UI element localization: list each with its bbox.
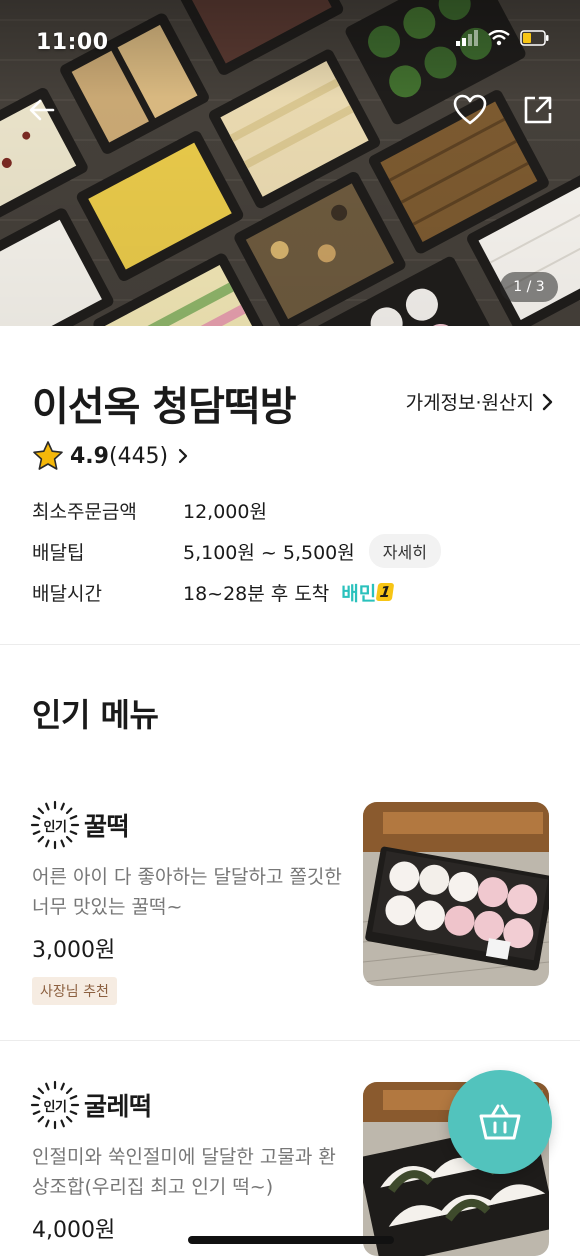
store-info-link-label: 가게정보·원산지 <box>405 392 534 414</box>
menu-photo <box>363 802 549 986</box>
chevron-right-icon <box>179 448 188 464</box>
store-info-section: 이선옥 청담떡방 가게정보·원산지 4.9 (445) 최소주문금액 12,00… <box>0 326 580 644</box>
rating-score: 4.9 <box>70 443 109 469</box>
baemin-one-badge: 배민 1 <box>341 579 395 606</box>
star-icon <box>33 441 63 470</box>
min-order-row: 최소주문금액 12,000원 <box>32 493 267 527</box>
home-indicator <box>188 1236 394 1244</box>
heart-icon <box>453 94 487 125</box>
popular-badge: 인기 <box>30 1080 80 1130</box>
delivery-tip-row: 배달팁 5,100원 ~ 5,500원 자세히 <box>32 534 441 568</box>
rating-row[interactable]: 4.9 (445) <box>32 438 188 474</box>
popular-badge-label: 인기 <box>43 819 67 835</box>
favorite-button[interactable] <box>444 84 496 136</box>
status-icons <box>456 30 550 46</box>
min-order-label: 최소주문금액 <box>32 500 137 523</box>
delivery-tip-label: 배달팁 <box>32 541 85 564</box>
delivery-time-row: 배달시간 18~28분 후 도착 배민 1 <box>32 575 395 609</box>
review-count: (445) <box>108 443 169 469</box>
menu-description: 어른 아이 다 좋아하는 달달하고 쫄깃한 너무 맛있는 꿀떡~ <box>32 866 342 918</box>
chevron-right-icon <box>542 393 553 410</box>
share-button[interactable] <box>512 84 564 136</box>
back-button[interactable] <box>16 84 68 136</box>
shopping-basket-icon <box>479 1104 521 1140</box>
popular-menu-title: 인기 메뉴 <box>32 696 159 734</box>
section-divider <box>0 644 580 645</box>
menu-item-header: 인기 굴레떡 <box>30 1080 152 1130</box>
delivery-tip-detail-button[interactable]: 자세히 <box>368 534 441 568</box>
popular-badge: 인기 <box>30 800 80 850</box>
delivery-tip-value: 5,100원 ~ 5,500원 <box>183 541 355 564</box>
wifi-icon <box>488 30 510 46</box>
menu-price: 4,000원 <box>32 1218 116 1243</box>
owner-recommend-tag: 사장님 추천 <box>32 977 117 1005</box>
share-icon <box>524 96 552 124</box>
popular-badge-label: 인기 <box>43 1099 67 1115</box>
min-order-value: 12,000원 <box>183 500 267 523</box>
cellular-signal-icon <box>456 30 478 46</box>
menu-item-kkultteok[interactable]: 인기 꿀떡 어른 아이 다 좋아하는 달달하고 쫄깃한 너무 맛있는 꿀떡~ 3… <box>0 800 580 1020</box>
menu-name: 꿀떡 <box>84 812 130 841</box>
menu-price: 3,000원 <box>32 938 116 963</box>
menu-name: 굴레떡 <box>84 1092 152 1121</box>
status-time: 11:00 <box>36 30 109 55</box>
menu-description: 인절미와 쑥인절미에 달달한 고물과 환상조합(우리집 최고 인기 떡~) <box>32 1146 336 1198</box>
delivery-time-label: 배달시간 <box>32 582 102 605</box>
menu-item-header: 인기 꿀떡 <box>30 800 130 850</box>
status-bar: 11:00 <box>0 0 580 80</box>
delivery-time-value: 18~28분 후 도착 <box>183 582 330 605</box>
baemin-one-text: 배민 <box>341 582 377 605</box>
store-hero-image[interactable]: 11:00 1 / 3 <box>0 0 580 326</box>
cart-button[interactable] <box>448 1070 552 1174</box>
image-page-counter: 1 / 3 <box>500 272 558 302</box>
menu-item-divider <box>0 1040 580 1041</box>
back-arrow-icon <box>29 99 55 121</box>
battery-icon <box>520 30 549 46</box>
baemin-one-number: 1 <box>375 583 395 601</box>
store-name: 이선옥 청담떡방 <box>32 384 297 430</box>
store-info-origin-link[interactable]: 가게정보·원산지 <box>406 388 554 415</box>
